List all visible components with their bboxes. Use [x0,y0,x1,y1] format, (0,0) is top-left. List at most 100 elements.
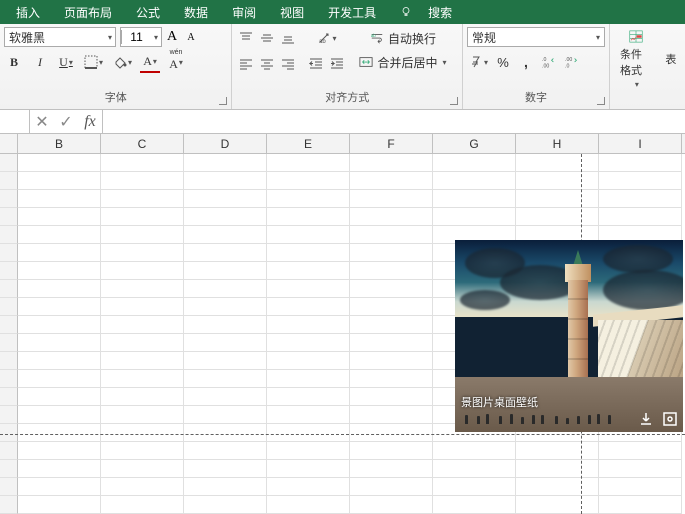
cell[interactable] [184,172,267,190]
number-format-combo[interactable]: 常规 [467,27,605,47]
cell[interactable] [184,496,267,514]
menu-formula[interactable]: 公式 [124,4,172,21]
wrap-text-button[interactable]: ab 自动换行 [357,27,448,49]
menu-insert[interactable]: 插入 [4,4,52,21]
cell[interactable] [101,154,184,172]
font-name-combo[interactable]: 软雅黑 ▾ [4,27,116,47]
number-dialog-launcher[interactable] [597,97,605,105]
col-header[interactable]: C [101,134,184,153]
row-header[interactable] [0,424,18,442]
percent-format-button[interactable]: % [493,51,513,73]
row-header[interactable] [0,226,18,244]
cell[interactable] [350,316,433,334]
col-header[interactable]: I [599,134,682,153]
cell[interactable] [184,190,267,208]
cell[interactable] [599,478,682,496]
row-header[interactable] [0,208,18,226]
cell[interactable] [18,352,101,370]
italic-button[interactable]: I [30,51,50,73]
cell[interactable] [18,370,101,388]
cell[interactable] [516,478,599,496]
row-header[interactable] [0,172,18,190]
cell[interactable] [184,370,267,388]
cell[interactable] [267,370,350,388]
cell[interactable] [267,190,350,208]
cell[interactable] [267,298,350,316]
comma-format-button[interactable]: , [516,51,536,73]
cell[interactable] [267,496,350,514]
cell[interactable] [350,352,433,370]
format-table-button[interactable]: 表 [661,27,681,91]
row-header[interactable] [0,190,18,208]
cell[interactable] [101,478,184,496]
cell[interactable] [516,190,599,208]
menu-page-layout[interactable]: 页面布局 [52,4,124,21]
cell[interactable] [18,262,101,280]
pinyin-guide-button[interactable]: wén A [166,51,186,73]
cell[interactable] [184,352,267,370]
cell[interactable] [184,460,267,478]
image-expand-button[interactable] [661,410,679,428]
cell[interactable] [267,208,350,226]
cell[interactable] [433,460,516,478]
cell[interactable] [599,190,682,208]
menu-review[interactable]: 审阅 [220,4,268,21]
cell[interactable] [18,388,101,406]
cell[interactable] [184,388,267,406]
cell[interactable] [350,460,433,478]
orientation-button[interactable]: ab [306,27,347,49]
accounting-format-button[interactable] [467,51,490,73]
cell[interactable] [18,406,101,424]
cell[interactable] [101,226,184,244]
cell[interactable] [599,496,682,514]
borders-button[interactable] [82,51,105,73]
cell[interactable] [184,280,267,298]
cell[interactable] [267,244,350,262]
conditional-format-button[interactable]: 条件格式 [614,27,659,91]
cell[interactable] [18,496,101,514]
align-bottom-button[interactable] [278,27,298,49]
cell[interactable] [184,478,267,496]
align-middle-button[interactable] [257,27,277,49]
cell[interactable] [599,208,682,226]
cell[interactable] [18,244,101,262]
cell[interactable] [599,172,682,190]
row-header[interactable] [0,442,18,460]
row-header[interactable] [0,406,18,424]
merge-center-button[interactable]: 合并后居中 [357,51,448,73]
cell[interactable] [184,424,267,442]
cell[interactable] [350,262,433,280]
cell[interactable] [101,316,184,334]
cell[interactable] [350,280,433,298]
cell[interactable] [184,244,267,262]
cell[interactable] [267,460,350,478]
increase-decimal-button[interactable]: .0.00 [539,51,559,73]
cell[interactable] [433,190,516,208]
cell[interactable] [101,244,184,262]
cell[interactable] [267,406,350,424]
cell[interactable] [267,316,350,334]
col-header[interactable]: F [350,134,433,153]
cell[interactable] [18,478,101,496]
decrease-font-button[interactable]: A [182,28,200,46]
cell[interactable] [433,442,516,460]
cell[interactable] [350,334,433,352]
cell[interactable] [350,190,433,208]
cell[interactable] [516,460,599,478]
cell[interactable] [350,496,433,514]
cell[interactable] [267,172,350,190]
cell[interactable] [101,424,184,442]
cell[interactable] [350,424,433,442]
cell[interactable] [18,460,101,478]
cell[interactable] [267,280,350,298]
cell[interactable] [350,244,433,262]
cell[interactable] [101,496,184,514]
cell[interactable] [18,280,101,298]
cell[interactable] [599,460,682,478]
cell[interactable] [267,388,350,406]
cell[interactable] [184,262,267,280]
cell[interactable] [350,406,433,424]
cell[interactable] [433,172,516,190]
increase-indent-button[interactable] [327,53,347,75]
row-header[interactable] [0,298,18,316]
